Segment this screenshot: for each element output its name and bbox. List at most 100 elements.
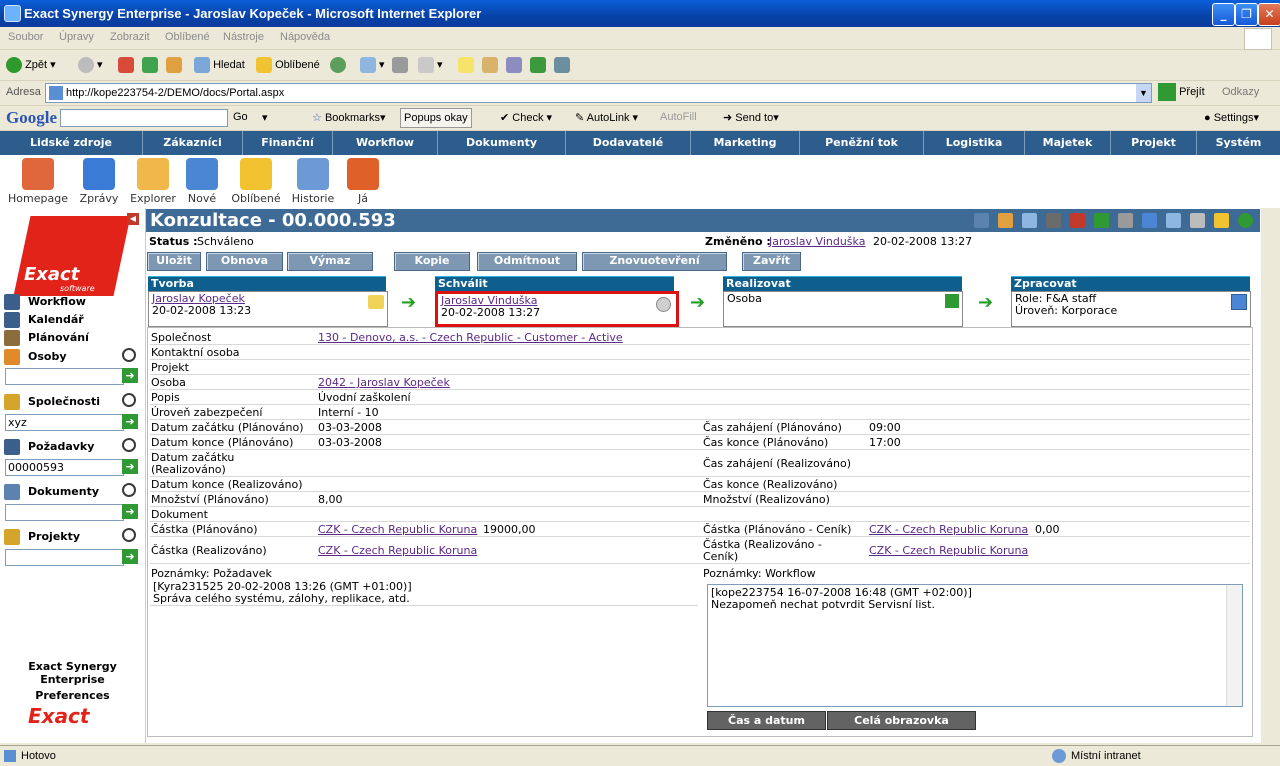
- notes-scrollbar[interactable]: [1226, 585, 1242, 706]
- close-page-button[interactable]: Zavřít: [742, 252, 801, 271]
- fullscreen-button[interactable]: Celá obrazovka: [827, 711, 976, 730]
- close-button[interactable]: ✕: [1258, 3, 1280, 26]
- database-icon[interactable]: [1118, 213, 1133, 228]
- date-time-button[interactable]: Čas a datum: [707, 711, 826, 730]
- stop-button[interactable]: [118, 55, 134, 75]
- module-workflow[interactable]: Workflow: [333, 131, 438, 155]
- info-icon[interactable]: [1094, 213, 1109, 228]
- save-button[interactable]: Uložit: [147, 252, 201, 271]
- documents-search-input[interactable]: [5, 504, 124, 521]
- search-icon[interactable]: [122, 348, 136, 362]
- messenger-button[interactable]: [506, 55, 522, 75]
- mail-icon[interactable]: [1022, 213, 1037, 228]
- favorites-icon-button[interactable]: Oblíbené: [226, 158, 286, 205]
- refresh-button[interactable]: [142, 55, 158, 75]
- module-system[interactable]: Systém: [1197, 131, 1280, 155]
- google-go-button[interactable]: Go: [233, 111, 248, 123]
- changed-by-link[interactable]: Jaroslav Vinduška: [769, 235, 865, 248]
- edit-button[interactable]: ▾: [418, 55, 443, 75]
- requests-search-input[interactable]: 00000593: [5, 459, 124, 476]
- print-button[interactable]: [392, 55, 408, 75]
- me-button[interactable]: Já: [333, 158, 393, 205]
- companies-search-input[interactable]: xyz: [5, 414, 124, 431]
- persons-go-button[interactable]: ➜: [122, 368, 138, 383]
- module-documents[interactable]: Dokumenty: [438, 131, 566, 155]
- go-button[interactable]: Přejít: [1158, 83, 1205, 102]
- sidebar-item-persons[interactable]: Osoby: [28, 350, 67, 363]
- sidebar-item-projects[interactable]: Projekty: [28, 530, 80, 543]
- menu-help[interactable]: Nápověda: [280, 31, 330, 43]
- calendar-icon[interactable]: [998, 213, 1013, 228]
- autofill-button[interactable]: AutoFill: [660, 111, 697, 123]
- collapse-sidebar-icon[interactable]: ◀: [127, 213, 139, 225]
- copy-button[interactable]: Kopie: [394, 252, 470, 271]
- menu-file[interactable]: Soubor: [8, 31, 43, 43]
- favorites-button[interactable]: Oblíbené: [256, 55, 320, 75]
- module-marketing[interactable]: Marketing: [691, 131, 800, 155]
- help-icon[interactable]: [1238, 213, 1253, 228]
- module-finance[interactable]: Finanční: [243, 131, 333, 155]
- persons-search-input[interactable]: [5, 368, 124, 385]
- delete-button[interactable]: Výmaz: [287, 252, 373, 271]
- requests-go-button[interactable]: ➜: [122, 459, 138, 474]
- company-link[interactable]: 130 - Denovo, a.s. - Czech Republic - Cu…: [318, 331, 623, 344]
- projects-go-button[interactable]: ➜: [122, 549, 138, 564]
- preferences-link[interactable]: Preferences: [0, 689, 145, 702]
- module-assets[interactable]: Majetek: [1025, 131, 1111, 155]
- settings-button[interactable]: ● Settings▾: [1204, 111, 1259, 124]
- projects-search-input[interactable]: [5, 549, 124, 566]
- menu-tools[interactable]: Nástroje: [223, 31, 264, 43]
- reopen-button[interactable]: Znovuotevření: [582, 252, 727, 271]
- reject-button[interactable]: Odmítnout: [477, 252, 577, 271]
- sidebar-item-planning[interactable]: Plánování: [28, 331, 89, 344]
- module-logistics[interactable]: Logistika: [924, 131, 1025, 155]
- mail-button[interactable]: ▾: [360, 55, 385, 75]
- notes-workflow-textarea[interactable]: [kope223754 16-07-2008 16:48 (GMT +02:00…: [707, 584, 1243, 707]
- module-suppliers[interactable]: Dodavatelé: [566, 131, 691, 155]
- copy-icon[interactable]: [1046, 213, 1061, 228]
- companies-go-button[interactable]: ➜: [122, 414, 138, 429]
- search-icon[interactable]: [122, 528, 136, 542]
- home-button[interactable]: [166, 55, 182, 75]
- links-label[interactable]: Odkazy: [1222, 86, 1259, 98]
- amount-planned-currency[interactable]: CZK - Czech Republic Koruna: [318, 523, 477, 536]
- messages-button[interactable]: Zprávy: [69, 158, 129, 205]
- attach-icon[interactable]: [974, 213, 989, 228]
- popups-button[interactable]: Popups okay: [400, 108, 472, 128]
- menu-edit[interactable]: Úpravy: [59, 31, 94, 43]
- amount-realized-pricelist-currency[interactable]: CZK - Czech Republic Koruna: [869, 544, 1028, 557]
- check-button[interactable]: ✔ Check ▾: [500, 111, 552, 124]
- star-icon[interactable]: [1214, 213, 1229, 228]
- bookmarks-button[interactable]: ☆ Bookmarks▾: [312, 111, 386, 124]
- person-link[interactable]: 2042 - Jaroslav Kopeček: [318, 376, 450, 389]
- homepage-button[interactable]: Homepage: [8, 158, 68, 205]
- module-cashflow[interactable]: Peněžní tok: [800, 131, 924, 155]
- sidebar-item-calendar[interactable]: Kalendář: [28, 313, 84, 326]
- export-icon[interactable]: [1142, 213, 1157, 228]
- menu-favorites[interactable]: Oblíbené: [165, 31, 210, 43]
- sidebar-item-companies[interactable]: Společnosti: [28, 395, 100, 408]
- history-button[interactable]: [330, 55, 346, 75]
- refresh-page-button[interactable]: Obnova: [206, 252, 283, 271]
- tool-button[interactable]: [554, 55, 570, 75]
- menu-view[interactable]: Zobrazit: [110, 31, 150, 43]
- amount-realized-currency[interactable]: CZK - Czech Republic Koruna: [318, 544, 477, 557]
- module-hr[interactable]: Lidské zdroje: [0, 131, 143, 155]
- search-icon[interactable]: [122, 483, 136, 497]
- documents-go-button[interactable]: ➜: [122, 504, 138, 519]
- print-icon[interactable]: [1190, 213, 1205, 228]
- module-project[interactable]: Projekt: [1111, 131, 1197, 155]
- minimize-button[interactable]: _: [1212, 3, 1235, 26]
- forward-button[interactable]: ▾: [78, 55, 103, 75]
- back-button[interactable]: Zpět ▾: [6, 55, 56, 75]
- discuss-button[interactable]: [458, 55, 474, 75]
- search-icon[interactable]: [122, 393, 136, 407]
- maximize-button[interactable]: ❐: [1235, 3, 1258, 26]
- address-dropdown-icon[interactable]: ▼: [1136, 84, 1151, 102]
- sendto-button[interactable]: ➜ Send to▾: [723, 111, 779, 124]
- autolink-button[interactable]: ✎ AutoLink ▾: [575, 111, 638, 124]
- sidebar-item-requests[interactable]: Požadavky: [28, 440, 94, 453]
- search-icon[interactable]: [122, 438, 136, 452]
- clover-button[interactable]: [530, 55, 546, 75]
- module-customers[interactable]: Zákazníci: [143, 131, 243, 155]
